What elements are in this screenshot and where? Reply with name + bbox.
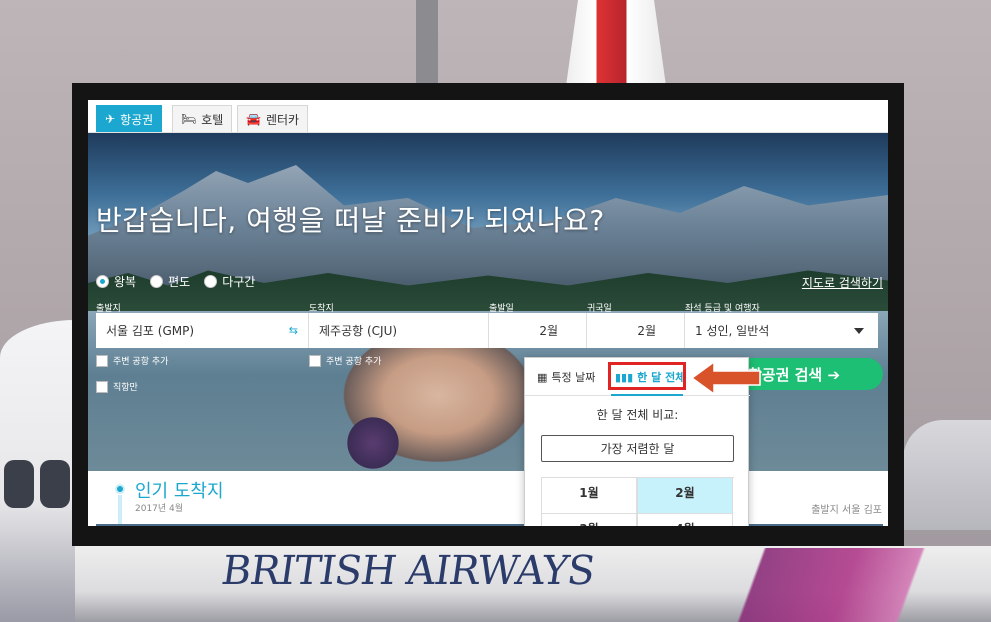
- month-cell-mar[interactable]: 3월: [541, 514, 637, 526]
- hero-title: 반갑습니다, 여행을 떠날 준비가 되었나요?: [96, 204, 605, 237]
- radio-multi-city[interactable]: 다구간: [204, 273, 255, 290]
- month-cell-apr[interactable]: 4월: [637, 514, 733, 526]
- map-search-link[interactable]: 지도로 검색하기: [802, 274, 883, 291]
- month-compare-heading: 한 달 전체 비교:: [596, 408, 679, 422]
- radio-label: 편도: [168, 275, 191, 289]
- checkbox-box: [309, 354, 321, 367]
- airplane-window: [40, 460, 70, 508]
- active-tab-underline: [611, 394, 683, 396]
- annotation-highlight-box: [608, 362, 686, 390]
- tab-car-rental[interactable]: 🚘 렌터카: [237, 105, 309, 132]
- destination-card[interactable]: [96, 524, 526, 526]
- car-icon: 🚘: [246, 112, 261, 126]
- airplane-window: [4, 460, 34, 508]
- return-date-input[interactable]: 2월: [587, 313, 685, 348]
- cabin-value: 1 성인, 일반석: [695, 324, 770, 338]
- origin-input[interactable]: 서울 김포 (GMP) ⇆: [96, 313, 309, 348]
- checkbox-label: 주변 공항 추가: [326, 357, 382, 367]
- product-tabs: ✈ 항공권 🛏 호텔 🚘 렌터카: [88, 100, 888, 133]
- radio-circle: [150, 275, 164, 288]
- depart-date-input[interactable]: 2월: [489, 313, 587, 348]
- annotation-arrow-icon: [692, 360, 761, 396]
- timeline-dot-icon: [115, 484, 125, 494]
- timeline-line: [118, 495, 122, 526]
- tab-specific-date[interactable]: ▦ 특정 날짜: [537, 369, 595, 385]
- radio-label: 다구간: [222, 275, 256, 289]
- tab-flights[interactable]: ✈ 항공권: [96, 105, 163, 132]
- radio-one-way[interactable]: 편도: [150, 273, 190, 290]
- month-grid: 1월 2월 3월 4월: [541, 477, 734, 526]
- background-airplane-tail: [566, 0, 666, 86]
- origin-value: 서울 김포 (GMP): [106, 324, 195, 338]
- checkbox-label: 주변 공항 추가: [113, 357, 169, 367]
- checkbox-label: 직항만: [113, 383, 138, 393]
- popular-subtitle: 2017년 4월: [135, 504, 184, 514]
- background-airline-text: BRITISH AIRWAYS: [218, 548, 598, 594]
- radio-label: 왕복: [114, 275, 137, 289]
- hero-shirt: [343, 413, 403, 471]
- plane-icon: ✈: [105, 112, 116, 126]
- month-cell-feb[interactable]: 2월: [637, 478, 733, 514]
- calendar-icon: ▦: [537, 370, 548, 384]
- swap-icon[interactable]: ⇆: [289, 324, 298, 337]
- tab-hotels[interactable]: 🛏 호텔: [172, 105, 233, 132]
- tab-label: 렌터카: [265, 112, 300, 127]
- month-cell-jan[interactable]: 1월: [541, 478, 637, 514]
- checkbox-box: [96, 354, 108, 367]
- website-screen: ✈ 항공권 🛏 호텔 🚘 렌터카 반갑습니다, 여행을 떠날 준비가 되었나요?…: [88, 100, 888, 526]
- nearby-destination-checkbox[interactable]: 주변 공항 추가: [309, 354, 381, 367]
- tab-label: 호텔: [201, 112, 224, 127]
- background-engine: [903, 420, 991, 530]
- background-stripe: [700, 548, 991, 622]
- trip-type-radios: 왕복 편도 다구간: [96, 273, 255, 290]
- return-value: 2월: [637, 324, 656, 338]
- tab-label: 항공권: [120, 112, 154, 127]
- bed-icon: 🛏: [181, 112, 197, 126]
- radio-circle: [96, 275, 109, 288]
- popular-destinations: 인기 도착지 2017년 4월 출발지 서울 김포: [88, 471, 888, 526]
- checkbox-box: [96, 380, 108, 393]
- cheapest-month-button[interactable]: 가장 저렴한 달: [541, 435, 734, 462]
- destination-value: 제주공항 (CJU): [319, 324, 398, 338]
- background-pole: [416, 0, 438, 90]
- caret-down-icon: [854, 327, 864, 334]
- popular-title: 인기 도착지: [135, 481, 224, 502]
- background-fuselage-left: [0, 320, 75, 622]
- destination-input[interactable]: 제주공항 (CJU): [309, 313, 489, 348]
- depart-value: 2월: [539, 324, 558, 338]
- popular-origin-note: 출발지 서울 김포: [811, 505, 882, 516]
- radio-circle: [204, 275, 218, 288]
- cabin-select[interactable]: 1 성인, 일반석: [685, 313, 878, 348]
- radio-round-trip[interactable]: 왕복: [96, 273, 136, 290]
- tab-label: 특정 날짜: [551, 371, 596, 384]
- hero-section: 반갑습니다, 여행을 떠날 준비가 되었나요? 왕복 편도 다구간 지도로 검색…: [88, 133, 888, 471]
- direct-only-checkbox[interactable]: 직항만: [96, 380, 138, 393]
- nearby-origin-checkbox[interactable]: 주변 공항 추가: [96, 354, 168, 367]
